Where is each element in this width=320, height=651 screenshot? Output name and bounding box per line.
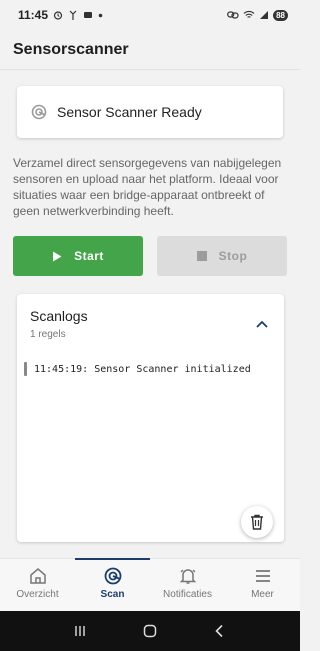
stop-button[interactable]: Stop (157, 236, 287, 276)
nav-label-overzicht: Overzicht (16, 589, 59, 600)
link-icon (227, 11, 239, 19)
log-entry: 11:45:19: Sensor Scanner initialized (24, 362, 251, 376)
clear-logs-button[interactable] (241, 506, 273, 538)
cell-signal-icon (259, 10, 269, 20)
start-button[interactable]: Start (13, 236, 143, 276)
scanner-status-card: Sensor Scanner Ready (17, 86, 283, 138)
chevron-up-icon[interactable] (254, 316, 270, 332)
battery-indicator: 88 (273, 9, 288, 21)
nav-item-meer[interactable]: Meer (225, 559, 300, 611)
image-icon (83, 10, 93, 20)
signal-tower-icon (68, 10, 78, 20)
play-icon (52, 251, 62, 262)
status-bar: 11:45 88 (0, 0, 300, 30)
dot-icon (98, 13, 103, 18)
back-icon[interactable] (213, 624, 227, 638)
trash-icon (250, 514, 264, 530)
bottom-navigation: Overzicht Scan Notificaties Meer (0, 558, 300, 611)
scan-status-icon (31, 104, 47, 120)
nav-item-notificaties[interactable]: Notificaties (150, 559, 225, 611)
home-button-icon[interactable] (143, 624, 157, 638)
log-count: 1 regels (30, 329, 66, 340)
app-bar: Sensorscanner (0, 30, 300, 70)
menu-icon (254, 567, 272, 585)
scan-icon (104, 567, 122, 585)
nav-item-overzicht[interactable]: Overzicht (0, 559, 75, 611)
stop-icon (196, 251, 207, 261)
log-title: Scanlogs (30, 308, 88, 324)
scanner-description: Verzamel direct sensorgegevens van nabij… (13, 156, 282, 218)
nav-label-meer: Meer (251, 589, 274, 600)
status-time: 11:45 (18, 8, 49, 22)
system-navigation-bar (0, 611, 300, 651)
wifi-icon (243, 10, 255, 20)
log-entry-marker (24, 362, 27, 376)
nav-label-notificaties: Notificaties (163, 589, 212, 600)
log-entry-text: 11:45:19: Sensor Scanner initialized (34, 363, 251, 375)
page-title: Sensorscanner (13, 40, 129, 58)
recent-apps-icon[interactable] (73, 624, 87, 638)
home-icon (29, 567, 47, 585)
nav-item-scan[interactable]: Scan (75, 558, 150, 611)
stop-button-label: Stop (218, 249, 248, 263)
scanner-status-text: Sensor Scanner Ready (57, 104, 202, 120)
nav-label-scan: Scan (100, 589, 125, 600)
start-button-label: Start (74, 249, 104, 263)
bell-icon (179, 567, 197, 585)
scan-log-card: Scanlogs 1 regels 11:45:19: Sensor Scann… (17, 294, 284, 542)
alarm-icon (53, 10, 63, 20)
